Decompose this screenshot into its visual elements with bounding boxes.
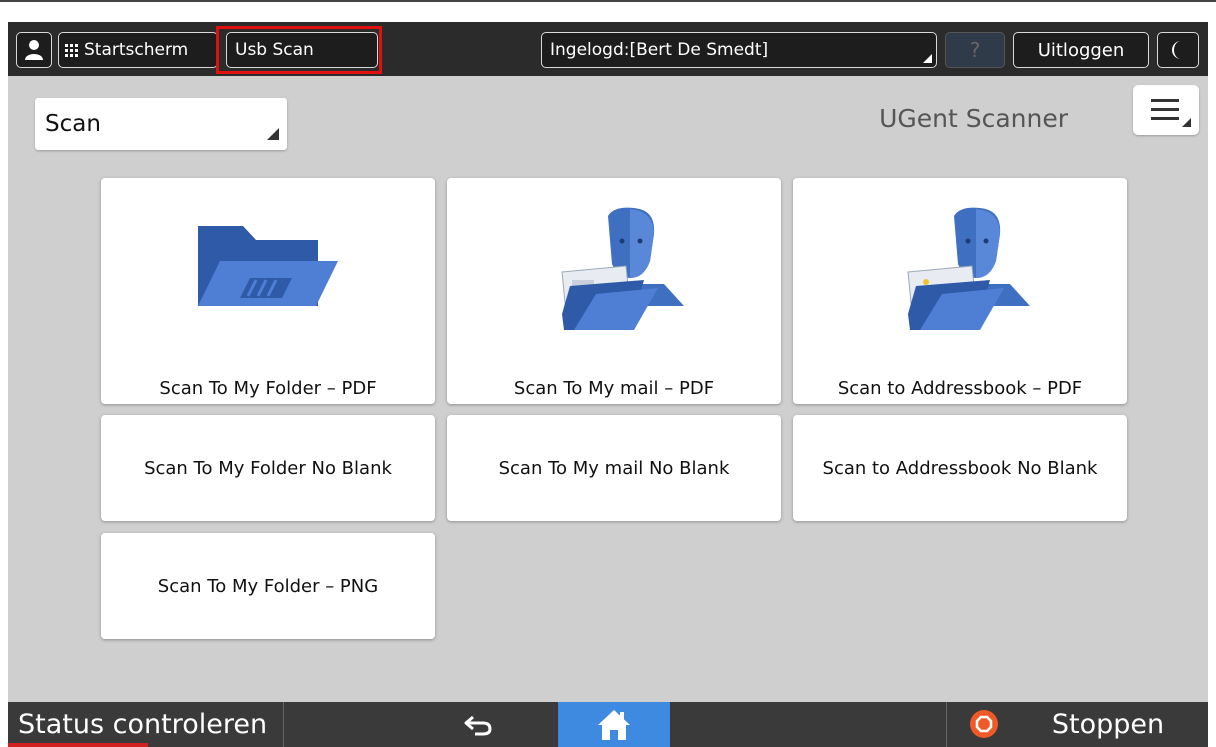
tile-label: Scan To My mail – PDF [513,378,715,399]
menu-corner-icon [1182,118,1191,127]
status-label: Status controleren [18,709,268,740]
hamburger-menu-icon [1151,99,1179,120]
user-button[interactable] [16,32,52,68]
home-screen-label: Startscherm [84,40,189,60]
status-check-button[interactable]: Status controleren [8,702,284,747]
tile-label: Scan To My mail No Blank [498,457,730,479]
status-indicator [8,743,148,747]
highlight-box [216,26,382,74]
folder-icon [198,226,338,306]
apps-grid-icon [65,43,78,57]
top-bar: Startscherm Usb Scan Ingelogd:[Bert De S… [8,22,1208,76]
tile-scan-mail-pdf[interactable]: Scan To My mail – PDF [447,178,781,404]
tile-scan-folder-no-blank[interactable]: Scan To My Folder No Blank [101,415,435,521]
home-icon [598,709,630,740]
top-border [0,0,1216,2]
mode-select[interactable]: Scan [35,98,287,150]
logged-in-user-dropdown[interactable]: Ingelogd:[Bert De Smedt] [541,32,937,68]
stop-octagon-icon [975,715,993,733]
person-addressbook-icon [907,207,1030,330]
stop-button[interactable]: Stoppen [1018,702,1198,747]
logout-label: Uitloggen [1037,39,1125,61]
stop-label: Stoppen [1051,709,1165,740]
tile-label: Scan to Addressbook No Blank [822,457,1098,479]
moon-icon [1172,41,1181,59]
tile-scan-folder-pdf[interactable]: Scan To My Folder – PDF [101,178,435,404]
tile-label: Scan to Addressbook – PDF [837,378,1083,399]
tile-label: Scan To My Folder – PNG [157,575,379,597]
tile-label: Scan To My Folder – PDF [159,378,377,399]
divider [946,702,947,747]
energy-saver-button[interactable] [1157,32,1199,68]
person-mail-icon [561,207,684,330]
dropdown-corner-icon [267,128,279,140]
home-screen-button[interactable]: Startscherm [58,32,218,68]
tile-scan-addressbook-no-blank[interactable]: Scan to Addressbook No Blank [793,415,1127,521]
scanner-screen: Startscherm Usb Scan Ingelogd:[Bert De S… [8,22,1208,747]
dropdown-corner-icon [923,54,932,63]
back-arrow-icon [464,715,492,735]
back-button[interactable] [438,702,518,747]
home-button[interactable] [558,702,670,747]
tile-scan-folder-png[interactable]: Scan To My Folder – PNG [101,533,435,639]
app-title: UGent Scanner [879,104,1068,133]
mode-select-value: Scan [45,111,101,137]
logged-in-label: Ingelogd:[Bert De Smedt] [550,40,769,60]
tile-label: Scan To My Folder No Blank [144,457,392,479]
tile-scan-mail-no-blank[interactable]: Scan To My mail No Blank [447,415,781,521]
bottom-bar: Status controleren Stoppen [8,702,1208,747]
help-button[interactable]: ? [945,32,1005,68]
user-icon [25,40,43,60]
tile-scan-addressbook-pdf[interactable]: Scan to Addressbook – PDF [793,178,1127,404]
help-icon: ? [969,38,981,62]
stop-icon[interactable] [970,710,998,738]
menu-button[interactable] [1133,85,1199,135]
logout-button[interactable]: Uitloggen [1013,32,1149,68]
